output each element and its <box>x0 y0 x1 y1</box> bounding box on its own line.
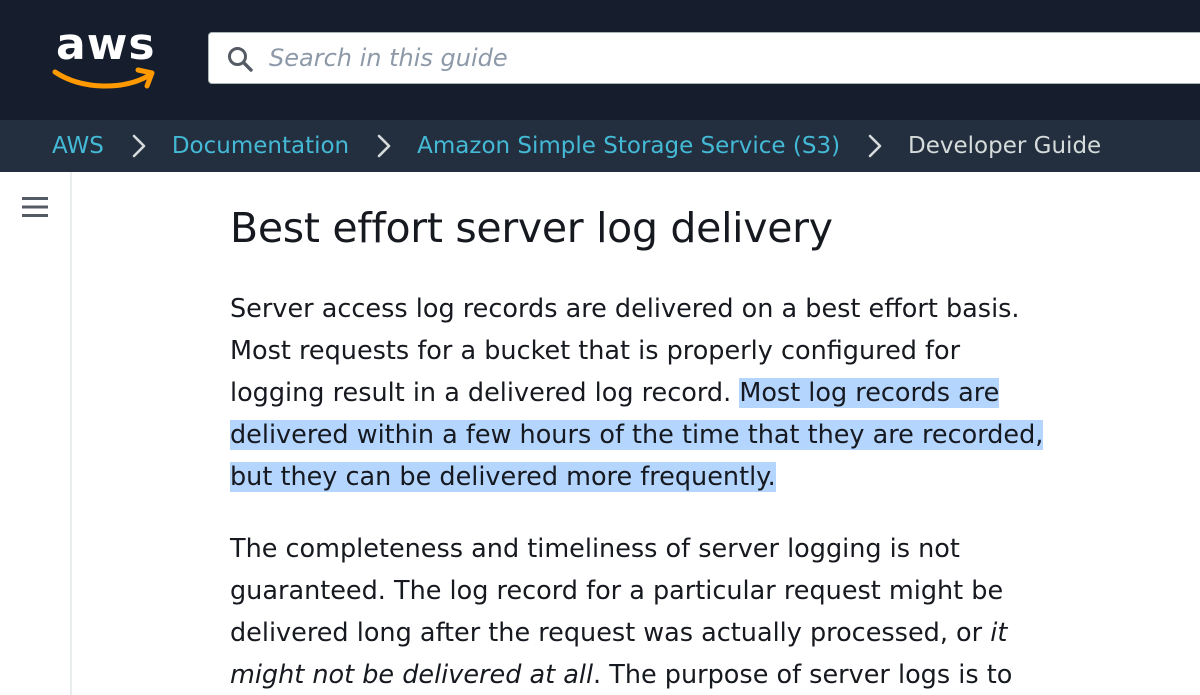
paragraph-completeness: The completeness and timeliness of serve… <box>230 528 1060 695</box>
page-title: Best effort server log delivery <box>230 204 833 252</box>
top-navigation-bar: aws <box>0 0 1200 120</box>
aws-logo-text: aws <box>56 19 156 70</box>
breadcrumb-link-s3[interactable]: Amazon Simple Storage Service (S3) <box>417 133 840 159</box>
main-content: Best effort server log delivery Server a… <box>230 196 1060 695</box>
chevron-right-icon <box>120 133 158 159</box>
breadcrumb: AWS Documentation Amazon Simple Storage … <box>0 120 1200 172</box>
search-input[interactable] <box>269 33 1169 83</box>
paragraph-text: The completeness and timeliness of serve… <box>230 534 1004 648</box>
breadcrumb-link-aws[interactable]: AWS <box>52 133 104 159</box>
paragraph-delivery-basis: Server access log records are delivered … <box>230 288 1060 498</box>
hamburger-menu-icon[interactable] <box>22 196 48 218</box>
chevron-right-icon <box>365 133 403 159</box>
chevron-right-icon <box>856 133 894 159</box>
breadcrumb-link-documentation[interactable]: Documentation <box>172 133 349 159</box>
sidebar-divider <box>70 172 72 695</box>
aws-logo[interactable]: aws <box>52 20 158 94</box>
search-box[interactable] <box>208 32 1200 84</box>
aws-smile-icon <box>52 67 155 89</box>
search-icon <box>228 47 253 72</box>
paragraph-text: . The purpose of server logs is to <box>593 660 1013 690</box>
breadcrumb-current-page: Developer Guide <box>908 133 1102 159</box>
